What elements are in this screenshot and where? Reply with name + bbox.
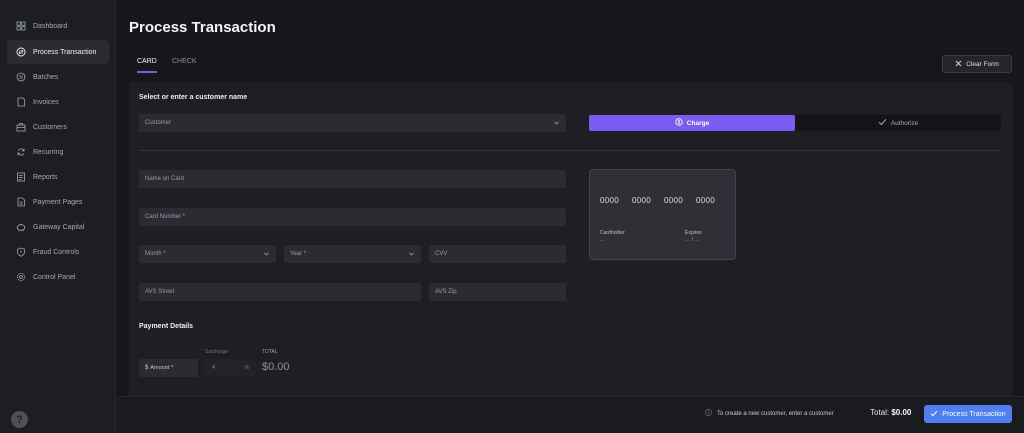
- footer-total-label: Total:: [870, 408, 890, 417]
- surcharge-value: 4: [212, 364, 216, 371]
- card-number-group: 0000: [696, 196, 715, 205]
- card-number-placeholder: Card Number *: [145, 214, 186, 220]
- help-button[interactable]: ?: [11, 411, 28, 428]
- chevron-down-icon: [409, 252, 414, 256]
- chevron-down-icon: [554, 121, 559, 125]
- charge-option[interactable]: Charge: [589, 115, 795, 131]
- avs-street-field[interactable]: AVS Street: [139, 283, 421, 301]
- total-value: $0.00: [262, 361, 290, 373]
- authorize-label: Authorize: [890, 119, 919, 127]
- cvv-placeholder: CVV: [435, 251, 448, 257]
- sidebar-item-label: Gateway Capital: [33, 223, 85, 231]
- surcharge-label: Surcharge: [205, 349, 229, 355]
- reports-icon: [16, 172, 26, 182]
- footer-hint: To create a new customer, enter a custom…: [705, 409, 834, 418]
- cvv-field[interactable]: CVV: [429, 245, 566, 263]
- payment-details-heading: Payment Details: [139, 323, 194, 330]
- sidebar-item-label: Reports: [33, 173, 58, 181]
- shield-icon: [16, 247, 26, 257]
- customer-placeholder: Customer: [145, 120, 172, 126]
- info-icon: [705, 409, 712, 418]
- document-icon: [16, 197, 26, 207]
- transaction-mode-toggle: Charge Authorize: [589, 115, 1001, 131]
- transaction-icon: [16, 47, 26, 57]
- sidebar-item-label: Batches: [33, 73, 59, 81]
- sidebar-item-label: Invoices: [33, 98, 59, 106]
- briefcase-icon: [16, 122, 26, 132]
- card-number-group: 0000: [664, 196, 683, 205]
- footer-hint-text: To create a new customer, enter a custom…: [717, 410, 834, 417]
- amount-placeholder: Amount *: [150, 365, 173, 371]
- footer-total-value: $0.00: [891, 408, 912, 417]
- sidebar-item-label: Payment Pages: [33, 198, 83, 206]
- divider: [139, 150, 1001, 151]
- card-number-field[interactable]: Card Number *: [139, 208, 566, 226]
- expires-label: Expires: [685, 230, 702, 236]
- surcharge-field: 4 %: [205, 359, 256, 376]
- recurring-icon: [16, 147, 26, 157]
- card-preview: 0000 0000 0000 0000 Cardholder ... Expir…: [589, 169, 736, 260]
- name-on-card-field[interactable]: Name on Card: [139, 170, 566, 188]
- month-placeholder: Month *: [145, 251, 166, 257]
- percent-unit: %: [244, 364, 249, 371]
- year-placeholder: Year *: [290, 251, 307, 257]
- sidebar-item-label: Customers: [33, 123, 67, 131]
- customer-select[interactable]: Customer: [139, 114, 566, 132]
- avs-zip-placeholder: AVS Zip: [435, 289, 457, 295]
- tab-card[interactable]: CARD: [137, 58, 157, 73]
- currency-symbol: $: [145, 365, 149, 371]
- sidebar-item-control-panel[interactable]: Control Panel: [7, 265, 109, 289]
- close-icon: [955, 60, 962, 69]
- clear-form-label: Clear Form: [966, 60, 999, 68]
- authorize-option[interactable]: Authorize: [795, 115, 1001, 131]
- total-label: TOTAL: [262, 349, 278, 355]
- gear-icon: [16, 272, 26, 282]
- footer-total: Total: $0.00: [870, 408, 911, 417]
- sidebar-item-payment-pages[interactable]: Payment Pages: [7, 190, 109, 214]
- year-select[interactable]: Year *: [284, 245, 421, 263]
- sidebar-item-label: Dashboard: [33, 22, 68, 30]
- clear-form-button[interactable]: Clear Form: [942, 55, 1012, 73]
- cardholder-value: ...: [600, 237, 606, 243]
- page-title: Process Transaction: [129, 19, 276, 36]
- dashboard-icon: [16, 21, 26, 31]
- sidebar-item-recurring[interactable]: Recurring: [7, 140, 109, 164]
- sidebar-item-batches[interactable]: Batches: [7, 65, 109, 89]
- check-icon: [878, 118, 887, 128]
- batches-icon: [16, 72, 26, 82]
- sidebar-item-reports[interactable]: Reports: [7, 165, 109, 189]
- process-transaction-label: Process Transaction: [942, 410, 1006, 418]
- expires-value: ... / ...: [685, 237, 701, 243]
- tab-check[interactable]: CHECK: [172, 58, 197, 73]
- sidebar-item-process-transaction[interactable]: Process Transaction: [7, 40, 109, 64]
- process-transaction-button[interactable]: Process Transaction: [924, 405, 1012, 423]
- charge-label: Charge: [686, 119, 710, 127]
- customer-heading: Select or enter a customer name: [139, 94, 248, 101]
- check-icon: [930, 410, 938, 419]
- invoice-icon: [16, 97, 26, 107]
- sidebar-item-fraud-controls[interactable]: Fraud Controls: [7, 240, 109, 264]
- sidebar-item-label: Process Transaction: [33, 48, 97, 56]
- sidebar-item-invoices[interactable]: Invoices: [7, 90, 109, 114]
- sidebar-item-label: Recurring: [33, 148, 64, 156]
- avs-zip-field[interactable]: AVS Zip: [429, 283, 566, 301]
- charge-icon: [675, 118, 683, 128]
- name-on-card-placeholder: Name on Card: [145, 176, 185, 182]
- sidebar: Dashboard Process Transaction Batches In…: [0, 0, 116, 433]
- sidebar-item-label: Control Panel: [33, 273, 76, 281]
- amount-field[interactable]: $ Amount *: [139, 359, 198, 377]
- cardholder-label: Cardholder: [600, 230, 625, 236]
- sidebar-item-label: Fraud Controls: [33, 248, 80, 256]
- avs-street-placeholder: AVS Street: [145, 289, 175, 295]
- piggy-bank-icon: [16, 222, 26, 232]
- sidebar-item-customers[interactable]: Customers: [7, 115, 109, 139]
- chevron-down-icon: [264, 252, 269, 256]
- month-select[interactable]: Month *: [139, 245, 276, 263]
- sidebar-item-dashboard[interactable]: Dashboard: [7, 14, 109, 38]
- card-number-group: 0000: [632, 196, 651, 205]
- card-number-group: 0000: [600, 196, 619, 205]
- sidebar-item-gateway-capital[interactable]: Gateway Capital: [7, 215, 109, 239]
